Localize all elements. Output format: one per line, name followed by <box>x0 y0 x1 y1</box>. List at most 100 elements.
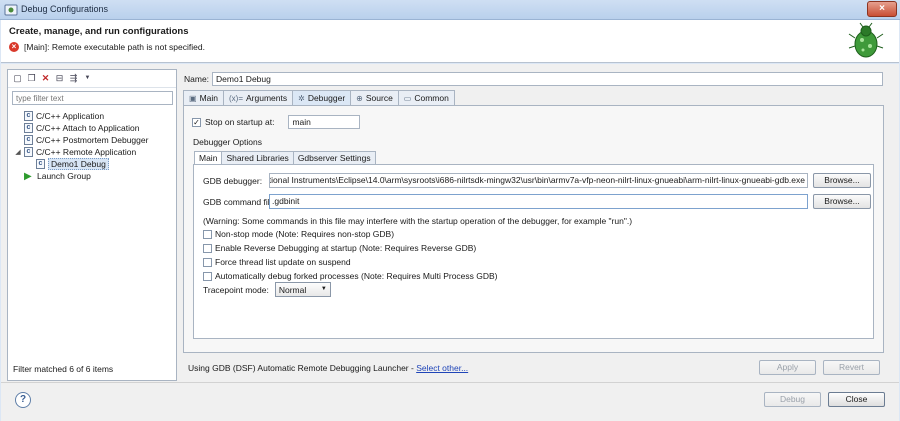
tracepoint-value: Normal <box>278 285 307 295</box>
tab-debugger[interactable]: ✲ Debugger <box>292 90 352 105</box>
subtab-shared-libraries[interactable]: Shared Libraries <box>221 151 294 164</box>
reverse-debugging-option[interactable]: Enable Reverse Debugging at startup (Not… <box>203 243 476 253</box>
tree-item-c-remote-application[interactable]: ◢ c C/C++ Remote Application <box>8 146 176 158</box>
subtab-main[interactable]: Main <box>194 151 223 165</box>
chevron-down-icon[interactable]: ▼ <box>82 73 93 84</box>
error-message: × [Main]: Remote executable path is not … <box>9 42 205 52</box>
option-label: Automatically debug forked processes (No… <box>215 271 498 281</box>
tree-item-label: C/C++ Attach to Application <box>36 123 140 133</box>
delete-icon[interactable]: ✕ <box>40 73 51 84</box>
option-label: Enable Reverse Debugging at startup (Not… <box>215 243 477 253</box>
tab-label: Debugger <box>307 93 346 103</box>
dialog-heading: Create, manage, and run configurations <box>9 26 189 37</box>
debugger-main-panel: GDB debugger: National Instruments\Eclip… <box>193 164 874 339</box>
tree-item-demo1-debug[interactable]: c Demo1 Debug <box>8 158 176 170</box>
tracepoint-mode-select[interactable]: Normal ▼ <box>274 282 331 297</box>
configuration-tree: c C/C++ Application c C/C++ Attach to Ap… <box>8 110 176 182</box>
stop-on-startup-row: ✓ Stop on startup at: main <box>192 115 361 129</box>
tree-toolbar: ▢ ❐ ✕ ⊟ ⇶ ▼ <box>8 70 176 88</box>
debugger-subtabs: Main Shared Libraries Gdbserver Settings <box>194 151 376 165</box>
launcher-info: Using GDB (DSF) Automatic Remote Debuggi… <box>188 363 468 373</box>
dialog-body: ▢ ❐ ✕ ⊟ ⇶ ▼ c C/C++ Application c C/C++ … <box>1 64 899 382</box>
tree-item-c-application[interactable]: c C/C++ Application <box>8 110 176 122</box>
debug-button[interactable]: Debug <box>764 392 821 407</box>
configuration-editor: Name: Demo1 Debug ▣ Main (x)= Arguments … <box>181 69 893 381</box>
new-config-icon[interactable]: ▢ <box>12 73 23 84</box>
gdb-debugger-input[interactable]: National Instruments\Eclipse\14.0\arm\sy… <box>269 173 808 188</box>
tab-arguments[interactable]: (x)= Arguments <box>223 90 294 105</box>
apply-button[interactable]: Apply <box>759 360 816 375</box>
gdb-command-file-label: GDB command file: <box>203 197 277 207</box>
launch-group-icon: ▶ <box>24 170 32 182</box>
stop-on-startup-label: Stop on startup at: <box>205 117 275 127</box>
duplicate-icon[interactable]: ❐ <box>26 73 37 84</box>
arguments-icon: (x)= <box>229 93 243 103</box>
non-stop-checkbox[interactable] <box>203 229 212 239</box>
tab-label: Main <box>199 93 218 103</box>
tree-item-label: C/C++ Application <box>36 111 105 121</box>
subtab-gdbserver-settings[interactable]: Gdbserver Settings <box>292 151 376 164</box>
error-icon: × <box>9 42 19 52</box>
debugger-bug-icon: ✲ <box>298 93 305 103</box>
stop-on-startup-input[interactable]: main <box>288 115 361 129</box>
stop-on-startup-checkbox[interactable]: ✓ <box>192 117 201 127</box>
c-config-icon: c <box>24 147 33 157</box>
reverse-debugging-checkbox[interactable] <box>203 243 212 253</box>
force-thread-update-option[interactable]: Force thread list update on suspend <box>203 257 351 267</box>
config-tabs: ▣ Main (x)= Arguments ✲ Debugger ⊕ Sourc… <box>183 90 455 105</box>
name-row: Name: Demo1 Debug <box>184 72 884 86</box>
option-label: Non-stop mode (Note: Requires non-stop G… <box>215 229 395 239</box>
window-title: Debug Configurations <box>21 4 109 14</box>
non-stop-option[interactable]: Non-stop mode (Note: Requires non-stop G… <box>203 229 394 239</box>
help-icon[interactable]: ? <box>15 392 31 408</box>
tab-main[interactable]: ▣ Main <box>183 90 224 105</box>
chevron-down-icon: ▼ <box>320 286 327 292</box>
close-button[interactable]: Close <box>828 392 885 407</box>
c-config-icon: c <box>24 111 33 121</box>
tab-source[interactable]: ⊕ Source <box>350 90 399 105</box>
tree-item-label: C/C++ Postmortem Debugger <box>36 135 149 145</box>
gdb-debugger-browse-button[interactable]: Browse... <box>813 173 871 188</box>
dialog-header: Create, manage, and run configurations ×… <box>1 20 899 63</box>
c-config-icon: c <box>36 159 45 169</box>
tab-label: Arguments <box>246 93 288 103</box>
common-icon: ▭ <box>403 93 412 103</box>
launcher-text: Using GDB (DSF) Automatic Remote Debuggi… <box>188 363 417 373</box>
tree-item-c-postmortem[interactable]: c C/C++ Postmortem Debugger <box>8 134 176 146</box>
gdb-command-file-input[interactable]: .gdbinit <box>269 194 808 209</box>
name-input[interactable]: Demo1 Debug <box>212 72 884 86</box>
window-close-button[interactable]: × <box>867 1 897 17</box>
tab-label: Source <box>365 93 393 103</box>
gdb-command-file-browse-button[interactable]: Browse... <box>813 194 871 209</box>
filter-input[interactable] <box>12 91 173 105</box>
tree-item-c-attach[interactable]: c C/C++ Attach to Application <box>8 122 176 134</box>
collapse-all-icon[interactable]: ⊟ <box>54 73 65 84</box>
c-config-icon: c <box>24 135 33 145</box>
dialog-footer: ? Debug Close <box>1 382 899 421</box>
filter-icon[interactable]: ⇶ <box>68 73 79 84</box>
configuration-tree-pane: ▢ ❐ ✕ ⊟ ⇶ ▼ c C/C++ Application c C/C++ … <box>7 69 177 381</box>
tree-item-launch-group[interactable]: ▶ Launch Group <box>8 170 176 182</box>
option-label: Force thread list update on suspend <box>215 257 351 267</box>
main-tab-icon: ▣ <box>189 93 197 103</box>
tree-item-label: Launch Group <box>37 171 91 181</box>
gdb-debugger-label: GDB debugger: <box>203 176 263 186</box>
revert-button[interactable]: Revert <box>823 360 880 375</box>
select-other-link[interactable]: Select other... <box>416 363 468 373</box>
source-icon: ⊕ <box>356 93 363 103</box>
tracepoint-row: Tracepoint mode: Normal ▼ <box>203 282 331 297</box>
filter-status: Filter matched 6 of 6 items <box>13 364 114 374</box>
c-config-icon: c <box>24 123 33 133</box>
gdb-debugger-value: National Instruments\Eclipse\14.0\arm\sy… <box>269 175 805 185</box>
debug-forked-checkbox[interactable] <box>203 271 212 281</box>
collapse-arrow-icon[interactable]: ◢ <box>14 148 22 156</box>
tab-common[interactable]: ▭ Common <box>397 90 455 105</box>
tree-item-label: Demo1 Debug <box>48 158 109 170</box>
debugger-tab-panel: ✓ Stop on startup at: main Debugger Opti… <box>183 105 884 353</box>
debug-forked-option[interactable]: Automatically debug forked processes (No… <box>203 271 498 281</box>
tab-label: Common <box>414 93 449 103</box>
name-label: Name: <box>184 74 210 84</box>
tracepoint-label: Tracepoint mode: <box>203 284 269 295</box>
force-thread-update-checkbox[interactable] <box>203 257 212 267</box>
window-titlebar: Debug Configurations × <box>0 0 900 20</box>
